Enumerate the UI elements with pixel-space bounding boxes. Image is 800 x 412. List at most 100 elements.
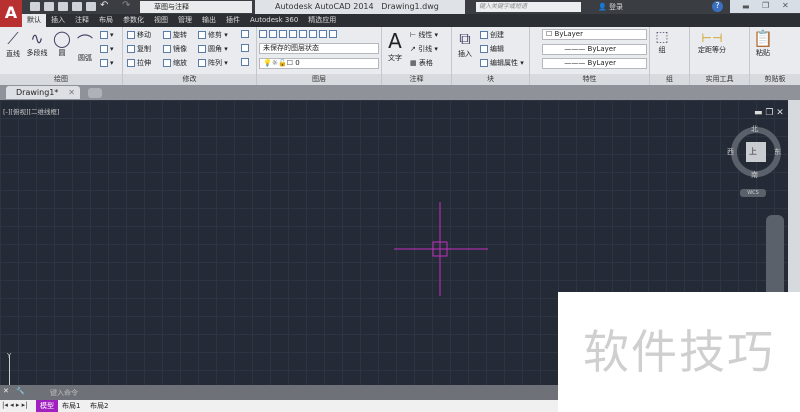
boundary-icon[interactable]: ▾ — [100, 59, 114, 67]
application-menu-button[interactable]: A — [0, 0, 22, 27]
viewcube-east[interactable]: 东 — [774, 147, 781, 157]
document-name: Drawing1.dwg — [381, 2, 439, 11]
layout-tabs-bar: |◂ ◂ ▸ ▸| 模型 布局1 布局2 — [0, 400, 560, 412]
erase-icon[interactable] — [241, 30, 251, 38]
restore-button[interactable]: ❐ — [762, 1, 769, 10]
measure-button[interactable]: ⊢⊣ 定距等分 — [694, 31, 730, 55]
close-tab-icon[interactable]: ✕ — [68, 86, 75, 99]
color-dropdown[interactable]: ☐ ByLayer — [542, 29, 647, 40]
undo-icon[interactable]: ↶ — [100, 0, 108, 11]
fillet-button[interactable]: 圆角 ▾ — [198, 44, 228, 54]
print-icon[interactable] — [86, 2, 96, 11]
leader-button[interactable]: ↗ 引线 ▾ — [410, 44, 438, 54]
help-icon[interactable]: ? — [712, 1, 723, 12]
linear-dimension-button[interactable]: ⊢ 线性 ▾ — [410, 30, 438, 40]
tab-layout[interactable]: 布局 — [94, 14, 118, 27]
linetype-dropdown[interactable]: ——— ByLayer — [542, 58, 647, 69]
rectangle-icon[interactable]: ▾ — [100, 31, 114, 39]
panel-label[interactable]: 注释 — [382, 74, 451, 85]
panel-label[interactable]: 组 — [650, 74, 689, 85]
edit-block-button[interactable]: 编辑 — [480, 44, 504, 54]
command-line[interactable]: ✕ 🔧 键入命令 — [0, 385, 560, 400]
offset-icon[interactable] — [241, 58, 251, 66]
copy-button[interactable]: 复制 — [127, 44, 151, 54]
edit-attributes-button[interactable]: 编辑属性 ▾ — [480, 58, 524, 68]
watermark: 软件技巧 — [558, 292, 800, 412]
line-button[interactable]: ⟋ 直线 — [3, 29, 23, 59]
table-button[interactable]: ▦ 表格 — [410, 58, 433, 68]
tab-parametric[interactable]: 参数化 — [118, 14, 149, 27]
ucs-menu[interactable]: WCS — [740, 189, 766, 197]
tab-model[interactable]: 模型 — [36, 400, 58, 412]
lineweight-dropdown[interactable]: ——— ByLayer — [542, 44, 647, 55]
tab-output[interactable]: 输出 — [197, 14, 221, 27]
tab-view[interactable]: 视图 — [149, 14, 173, 27]
panel-label[interactable]: 特性 — [530, 74, 649, 85]
viewcube-north[interactable]: 北 — [751, 124, 758, 134]
tab-autodesk360[interactable]: Autodesk 360 — [245, 14, 303, 27]
viewcube-top[interactable]: 上 — [749, 146, 757, 157]
tab-layout1[interactable]: 布局1 — [62, 401, 80, 411]
search-input[interactable]: 键入关键字或短语 — [476, 2, 581, 12]
array-button[interactable]: 阵列 ▾ — [198, 58, 228, 68]
hatch-icon[interactable]: ▾ — [100, 45, 114, 53]
tab-plugins[interactable]: 插件 — [221, 14, 245, 27]
panel-label[interactable]: 修改 — [123, 74, 256, 85]
document-tab[interactable]: Drawing1* ✕ — [6, 86, 80, 99]
stretch-button[interactable]: 拉伸 — [127, 58, 151, 68]
panel-groups: ⬚ 组 组 — [650, 27, 690, 85]
tab-insert[interactable]: 插入 — [46, 14, 70, 27]
login-label: 登录 — [608, 3, 623, 11]
save-icon[interactable] — [58, 2, 68, 11]
new-icon[interactable] — [30, 2, 40, 11]
tab-annotate[interactable]: 注释 — [70, 14, 94, 27]
layout-nav-icons[interactable]: |◂ ◂ ▸ ▸| — [2, 401, 27, 409]
command-input[interactable]: 键入命令 — [50, 388, 78, 398]
create-block-button[interactable]: 创建 — [480, 30, 504, 40]
trim-button[interactable]: 修剪 ▾ — [198, 30, 228, 40]
polyline-button[interactable]: ∿ 多段线 — [25, 29, 49, 58]
viewport-window-controls[interactable]: ▬ ❐ ✕ — [754, 108, 784, 118]
redo-icon[interactable]: ↷ — [122, 0, 130, 11]
open-icon[interactable] — [44, 2, 54, 11]
panel-annotation: A 文字 ⊢ 线性 ▾ ↗ 引线 ▾ ▦ 表格 注释 — [382, 27, 452, 85]
mirror-button[interactable]: 镜像 — [163, 44, 187, 54]
new-tab-button[interactable] — [88, 88, 102, 98]
layer-dropdown[interactable]: 💡☼🔓☐ 0 — [259, 58, 379, 69]
layer-tools-icons[interactable] — [259, 30, 339, 38]
text-button[interactable]: A 文字 — [384, 29, 406, 63]
login-button[interactable]: 👤 登录 — [598, 2, 623, 12]
tab-manage[interactable]: 管理 — [173, 14, 197, 27]
ribbon-tabs: 默认 插入 注释 布局 参数化 视图 管理 输出 插件 Autodesk 360 精选应用 — [22, 14, 800, 27]
tab-home[interactable]: 默认 — [22, 14, 46, 27]
circle-button[interactable]: ◯ 圆 — [52, 29, 72, 58]
viewcube-west[interactable]: 西 — [727, 147, 734, 157]
group-button[interactable]: ⬚ 组 — [652, 29, 672, 55]
rotate-button[interactable]: 旋转 — [163, 30, 187, 40]
save-as-icon[interactable] — [72, 2, 82, 11]
tab-layout2[interactable]: 布局2 — [90, 401, 108, 411]
close-button[interactable]: ✕ — [782, 1, 789, 10]
wrench-icon[interactable]: 🔧 — [16, 387, 25, 395]
panel-clipboard: 📋 粘贴 剪贴板 — [750, 27, 800, 85]
panel-label[interactable]: 实用工具 — [690, 74, 749, 85]
insert-block-button[interactable]: ⧉ 插入 — [454, 29, 476, 59]
panel-label[interactable]: 剪贴板 — [750, 74, 800, 85]
arc-button[interactable]: ⌒ 圆弧 — [75, 29, 95, 63]
ribbon: ⟋ 直线 ∿ 多段线 ◯ 圆 ⌒ 圆弧 ▾ ▾ ▾ 绘图 移动 旋转 修剪 ▾ 复制 镜… — [0, 27, 800, 85]
workspace-dropdown[interactable]: 草图与注释 — [140, 1, 252, 13]
tab-featured-apps[interactable]: 精选应用 — [303, 14, 341, 27]
minimize-button[interactable]: ▬ — [742, 2, 750, 11]
viewcube-south[interactable]: 南 — [751, 170, 758, 180]
panel-label[interactable]: 绘图 — [0, 74, 122, 85]
move-button[interactable]: 移动 — [127, 30, 151, 40]
scale-button[interactable]: 缩放 — [163, 58, 187, 68]
panel-label[interactable]: 块 — [452, 74, 529, 85]
paste-button[interactable]: 📋 粘贴 — [752, 29, 774, 58]
close-icon[interactable]: ✕ — [3, 387, 9, 395]
explode-icon[interactable] — [241, 44, 251, 52]
file-tabs-bar — [0, 85, 800, 100]
layer-state-dropdown[interactable]: 未保存的图层状态 — [259, 43, 379, 54]
viewport-controls-label[interactable]: [-][俯视][二维线框] — [3, 106, 60, 116]
panel-label[interactable]: 图层 — [257, 74, 381, 85]
